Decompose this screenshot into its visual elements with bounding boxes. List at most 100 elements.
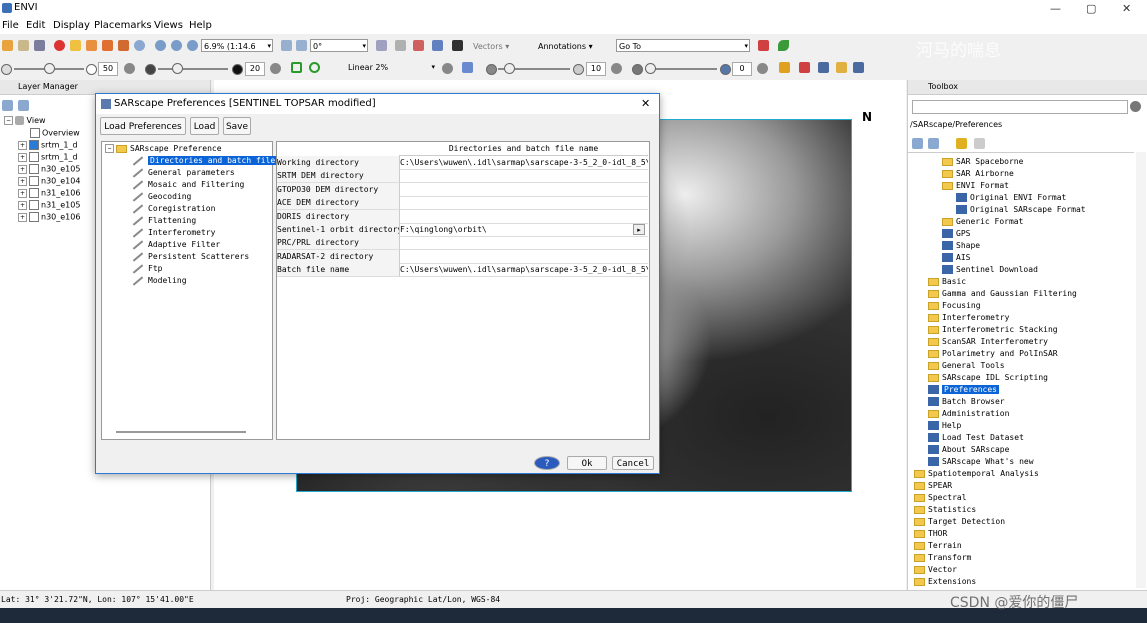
profile-icon[interactable] [413, 40, 424, 51]
layer-item[interactable]: + n31_e105 [18, 200, 80, 210]
rotate-right-icon[interactable] [296, 40, 307, 51]
expand-all-icon[interactable] [928, 138, 939, 149]
cancel-button[interactable]: Cancel [612, 456, 654, 470]
preference-tree-item[interactable]: Adaptive Filter [132, 239, 220, 250]
favorite-remove-icon[interactable] [974, 138, 985, 149]
close-button[interactable]: ✕ [1122, 2, 1131, 15]
toolbox-folder[interactable]: ScanSAR Interferometry [928, 337, 1048, 346]
layer-item[interactable]: + n31_e106 [18, 188, 80, 198]
open-icon[interactable] [2, 40, 13, 51]
toolbox-folder[interactable]: SARscape IDL Scripting [928, 373, 1048, 382]
toolbox-folder[interactable]: Interferometry [928, 313, 1009, 322]
preference-tree-item[interactable]: Flattening [132, 215, 196, 226]
placemark-icon[interactable] [54, 40, 65, 51]
row-value-field[interactable] [400, 196, 648, 211]
toolbox-search-input[interactable] [912, 100, 1128, 114]
rotate-left-icon[interactable] [281, 40, 292, 51]
fly-icon[interactable] [102, 40, 113, 51]
preference-tree-item[interactable]: Directories and batch file n [132, 155, 287, 166]
load-preferences-button[interactable]: Load Preferences [100, 117, 186, 135]
preference-tree-item[interactable]: General parameters [132, 167, 235, 178]
preference-tree-item[interactable]: Persistent Scatterers [132, 251, 249, 262]
row-value-field[interactable] [400, 169, 648, 184]
toolbox-folder[interactable]: SAR Airborne [942, 169, 1014, 178]
chart-icon[interactable] [779, 62, 790, 73]
toolbox-scrollbar[interactable] [1136, 152, 1146, 588]
minimize-button[interactable]: — [1050, 2, 1061, 15]
row-value-field[interactable] [400, 250, 648, 264]
maximize-button[interactable]: ▢ [1086, 2, 1096, 15]
tree-hscrollbar[interactable] [116, 431, 246, 433]
toolbox-folder[interactable]: Statistics [914, 505, 976, 514]
toolbox-tool[interactable]: Load Test Dataset [928, 433, 1024, 442]
toolbox-folder[interactable]: Interferometric Stacking [928, 325, 1058, 334]
contrast-value[interactable]: 20 [245, 62, 265, 76]
toolbox-folder[interactable]: ENVI Format [942, 181, 1009, 190]
layer-item[interactable]: + n30_e104 [18, 176, 80, 186]
histogram-icon[interactable] [432, 40, 443, 51]
browse-button[interactable]: ▸ [633, 224, 645, 235]
load-button[interactable]: Load [190, 117, 219, 135]
toolbox-folder[interactable]: Polarimetry and PolInSAR [928, 349, 1058, 358]
row-value-field[interactable]: C:\Users\wuwen\.idl\sarmap\sarscape-3-5_… [400, 156, 648, 170]
select-icon[interactable] [70, 40, 81, 51]
chip-icon[interactable] [34, 40, 45, 51]
layer-item[interactable]: Overview [30, 128, 80, 138]
collapse-all-icon[interactable] [2, 100, 13, 111]
toolbox-folder[interactable]: Generic Format [942, 217, 1023, 226]
layer-item[interactable]: + srtm_1_d [18, 140, 78, 150]
toolbox-folder[interactable]: THOR [914, 529, 947, 538]
preference-tree-item[interactable]: Mosaic and Filtering [132, 179, 244, 190]
toolbox-folder[interactable]: Gamma and Gaussian Filtering [928, 289, 1077, 298]
toolbox-folder[interactable]: Extensions [914, 577, 976, 586]
toolbox-tool[interactable]: Shape [942, 241, 980, 250]
zoom-full-icon[interactable] [187, 40, 198, 51]
toolbox-tool[interactable]: Original SARscape Format [956, 205, 1086, 214]
toolbox-tool[interactable]: Help [928, 421, 961, 430]
menu-display[interactable]: Display [53, 20, 90, 31]
row-value-field[interactable]: F:\qinglong\orbit\ [400, 223, 648, 237]
layout-3-icon[interactable] [853, 62, 864, 73]
brightness-value[interactable]: 50 [98, 62, 118, 76]
reset-sharpen-icon[interactable] [611, 63, 622, 74]
portal-icon[interactable] [758, 40, 769, 51]
goto-combo[interactable]: Go To ▾ [616, 39, 750, 52]
stretch-circle-icon[interactable] [309, 62, 320, 73]
pan-icon[interactable] [86, 40, 97, 51]
refresh-icon[interactable] [442, 63, 453, 74]
toolbox-tool[interactable]: Batch Browser [928, 397, 1005, 406]
crosshair-icon[interactable] [376, 40, 387, 51]
sharpen-slider-handle[interactable] [504, 63, 515, 74]
leaf-icon[interactable] [778, 40, 789, 51]
toolbox-folder[interactable]: SAR Spaceborne [942, 157, 1023, 166]
zoom-out-icon[interactable] [171, 40, 182, 51]
favorite-icon[interactable] [956, 138, 967, 149]
layout-1-icon[interactable] [818, 62, 829, 73]
menu-edit[interactable]: Edit [26, 20, 45, 31]
brightness-slider-handle[interactable] [44, 63, 55, 74]
toolbox-folder[interactable]: SPEAR [914, 481, 952, 490]
rotation-combo[interactable]: 0° ▾ [310, 39, 368, 52]
cursor-value-icon[interactable] [395, 40, 406, 51]
preference-tree-item[interactable]: Modeling [132, 275, 187, 286]
toolbox-folder[interactable]: Spatiotemporal Analysis [914, 469, 1039, 478]
preference-tree-item[interactable]: Coregistration [132, 203, 215, 214]
contrast-slider[interactable] [158, 68, 228, 70]
toolbox-folder[interactable]: Target Detection [914, 517, 1005, 526]
stretch-combo[interactable]: Linear 2% ▾ [346, 61, 436, 74]
row-value-field[interactable] [400, 236, 648, 251]
refresh-toolbox-icon[interactable] [1130, 101, 1141, 112]
toolbox-folder[interactable]: Vector [914, 565, 957, 574]
layer-item[interactable]: + n30_e105 [18, 164, 80, 174]
zoom-in-icon[interactable] [155, 40, 166, 51]
toolbox-tool[interactable]: AIS [942, 253, 970, 262]
vectors-menu[interactable]: Vectors ▾ [473, 42, 509, 51]
spectral-icon[interactable] [799, 62, 810, 73]
menu-views[interactable]: Views [154, 20, 183, 31]
toolbox-tool[interactable]: Original ENVI Format [956, 193, 1066, 202]
dialog-close-button[interactable]: ✕ [641, 94, 650, 114]
preference-tree-item[interactable]: Interferometry [132, 227, 215, 238]
ok-button[interactable]: Ok [567, 456, 607, 470]
row-value-field[interactable] [400, 210, 648, 224]
layout-2-icon[interactable] [836, 62, 847, 73]
